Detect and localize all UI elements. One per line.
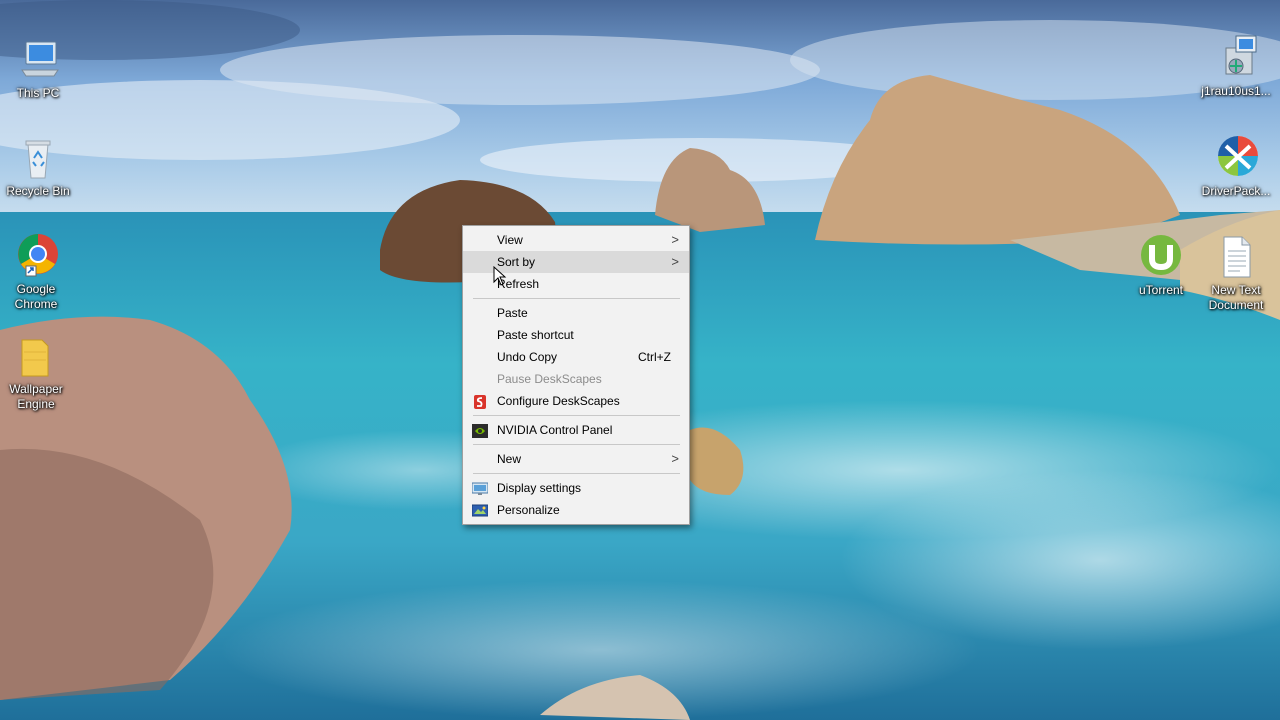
menu-item-label: New [497,452,522,466]
menu-item-label: Personalize [497,503,560,517]
menu-item-new[interactable]: New > [463,448,689,470]
desktop-icon-label: uTorrent [1138,283,1184,297]
menu-separator [473,473,680,474]
desktop-icon-recycle-bin[interactable]: Recycle Bin [0,134,76,199]
desktop-icon-utorrent[interactable]: uTorrent [1123,233,1199,298]
desktop-icon-wallpaper-engine[interactable]: Wallpaper Engine [0,332,74,412]
menu-item-undo-copy[interactable]: Undo Copy Ctrl+Z [463,346,689,368]
desktop-icon-label: Wallpaper Engine [9,382,63,411]
driverpack-icon [1212,134,1260,182]
menu-item-shortcut: Ctrl+Z [638,350,671,364]
desktop-icon-label: New Text Document [1208,283,1264,312]
menu-item-paste-shortcut[interactable]: Paste shortcut [463,324,689,346]
deskscapes-icon [472,394,488,409]
desktop-icon-google-chrome[interactable]: Google Chrome [0,232,74,312]
google-chrome-icon [12,232,60,280]
nvidia-icon [472,423,488,438]
menu-item-label: View [497,233,523,247]
menu-separator [473,415,680,416]
text-document-icon [1212,233,1260,281]
menu-item-paste[interactable]: Paste [463,302,689,324]
desktop-icon-label: DriverPack... [1201,184,1271,198]
menu-item-label: NVIDIA Control Panel [497,423,613,437]
mouse-pointer-icon [493,266,507,286]
menu-item-label: Configure DeskScapes [497,394,620,408]
personalize-icon [471,503,489,517]
menu-separator [473,298,680,299]
menu-item-display-settings[interactable]: Display settings [463,477,689,499]
desktop-icon-installer[interactable]: j1rau10us1... [1198,34,1274,99]
desktop-icon-driverpack[interactable]: DriverPack... [1198,134,1274,199]
menu-separator [473,444,680,445]
chevron-right-icon: > [671,232,679,247]
menu-item-view[interactable]: View > [463,229,689,251]
menu-item-nvidia-control-panel[interactable]: NVIDIA Control Panel [463,419,689,441]
this-pc-icon [14,36,62,84]
chevron-right-icon: > [671,254,679,269]
utorrent-icon [1137,233,1185,281]
menu-item-label: Undo Copy [497,350,558,364]
recycle-bin-icon [14,134,62,182]
desktop-icon-label: Recycle Bin [6,184,70,198]
desktop-icon-label: j1rau10us1... [1201,84,1271,98]
menu-item-label: Display settings [497,481,582,495]
display-settings-icon [471,481,489,495]
menu-item-label: Paste [497,306,528,320]
menu-item-personalize[interactable]: Personalize [463,499,689,521]
menu-item-pause-deskscapes: Pause DeskScapes [463,368,689,390]
chevron-right-icon: > [671,451,679,466]
desktop-icon-label: Google Chrome [14,282,58,311]
desktop-icon-label: This PC [16,86,60,100]
wallpaper-engine-icon [12,332,60,380]
desktop-icon-this-pc[interactable]: This PC [0,36,76,101]
desktop-icon-new-text-document[interactable]: New Text Document [1198,233,1274,313]
menu-item-configure-deskscapes[interactable]: Configure DeskScapes [463,390,689,412]
installer-icon [1212,34,1260,82]
menu-item-label: Pause DeskScapes [497,372,602,386]
menu-item-label: Paste shortcut [497,328,574,342]
desktop[interactable]: This PC Recycle Bin Google Chrome Wallpa… [0,0,1280,720]
